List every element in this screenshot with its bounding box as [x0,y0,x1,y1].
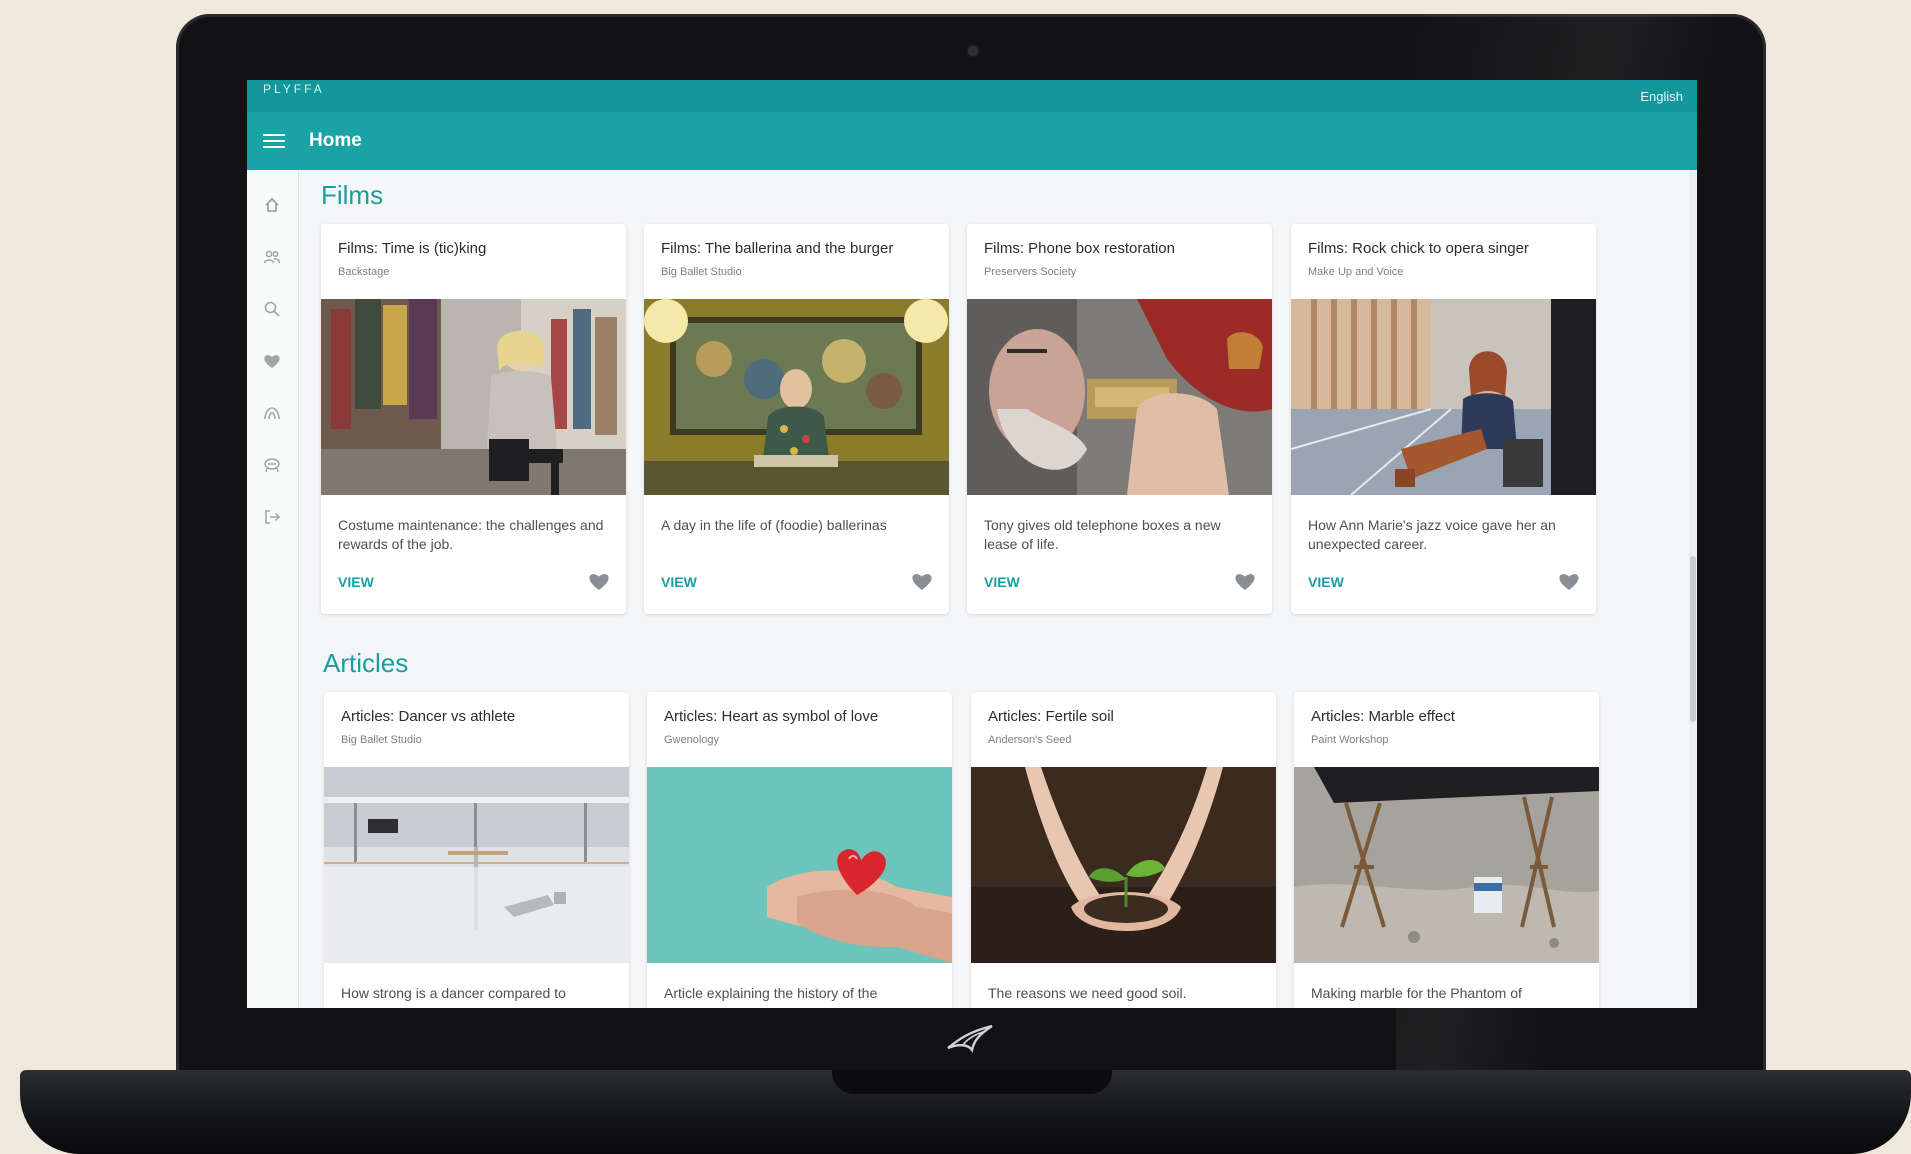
language-selector[interactable]: English [1640,89,1683,104]
film-card[interactable]: Films: Rock chick to opera singer Make U… [1291,224,1596,614]
badge-icon[interactable] [261,454,283,476]
view-button[interactable]: VIEW [338,574,374,590]
film-card[interactable]: Films: Time is (tic)king Backstage Costu… [321,224,626,614]
hamburger-menu-icon[interactable] [263,134,285,148]
article-card[interactable]: Articles: Dancer vs athlete Big Ballet S… [324,692,629,1008]
card-title: Films: The ballerina and the burger [661,240,894,257]
card-subtitle: Big Ballet Studio [341,734,422,746]
card-subtitle: Anderson's Seed [988,734,1072,746]
card-description: The reasons we need good soil. [988,985,1187,1001]
article-card[interactable]: Articles: Fertile soil Anderson's Seed T… [971,692,1276,1008]
favorite-heart-icon[interactable] [588,571,610,591]
side-navigation [247,170,299,1008]
page-title: Home [309,130,362,151]
search-icon[interactable] [261,298,283,320]
card-image-heart-in-hands [647,767,952,963]
card-description: How strong is a dancer compared to [341,985,566,1001]
card-image-opera-singer [1291,299,1596,495]
status-bar: PLYFFA English [247,80,1697,112]
scrollbar[interactable] [1689,170,1697,1008]
card-title: Articles: Marble effect [1311,708,1455,725]
card-title: Articles: Dancer vs athlete [341,708,516,725]
article-card[interactable]: Articles: Heart as symbol of love Gwenol… [647,692,952,1008]
card-subtitle: Make Up and Voice [1308,266,1404,278]
film-card[interactable]: Films: The ballerina and the burger Big … [644,224,949,614]
brand-logo: PLYFFA [263,82,325,96]
view-button[interactable]: VIEW [984,574,1020,590]
brand-logo-icon [947,1024,993,1054]
card-subtitle: Backstage [338,266,390,278]
content-area: Films Films: Time is (tic)king Backstage [299,170,1689,1008]
card-image-seedling-soil [971,767,1276,963]
card-subtitle: Gwenology [664,734,720,746]
card-description: Costume maintenance: the challenges and … [338,517,604,552]
favorite-heart-icon[interactable] [1558,571,1580,591]
scrollbar-thumb[interactable] [1690,556,1696,722]
home-icon[interactable] [261,194,283,216]
card-subtitle: Paint Workshop [1311,734,1389,746]
view-button[interactable]: VIEW [1308,574,1344,590]
card-description: How Ann Marie's jazz voice gave her an u… [1308,517,1556,552]
screen: PLYFFA English Home Films Films: Time is… [247,80,1697,1008]
card-title: Films: Phone box restoration [984,240,1175,257]
logout-icon[interactable] [261,506,283,528]
card-title: Films: Time is (tic)king [338,240,487,257]
card-description: Article explaining the history of the [664,985,878,1001]
article-card[interactable]: Articles: Marble effect Paint Workshop M… [1294,692,1599,1008]
webcam [968,46,978,56]
card-image-costume-room [321,299,626,495]
section-title-films: Films [321,180,384,210]
card-title: Articles: Heart as symbol of love [664,708,879,725]
section-title-articles: Articles [323,648,409,678]
favorite-heart-icon[interactable] [1234,571,1256,591]
laptop-hinge-notch [832,1070,1112,1094]
card-subtitle: Preservers Society [984,266,1077,278]
card-image-phone-box-restoration [967,299,1272,495]
card-image-marble-effect [1294,767,1599,963]
heart-icon[interactable] [261,350,283,372]
card-description: Making marble for the Phantom of [1311,985,1522,1001]
card-image-ballerina-dinner [644,299,949,495]
people-icon[interactable] [261,246,283,268]
card-description: Tony gives old telephone boxes a new lea… [984,517,1221,552]
film-card[interactable]: Films: Phone box restoration Preservers … [967,224,1272,614]
card-image-dance-studio [324,767,629,963]
favorite-heart-icon[interactable] [911,571,933,591]
view-button[interactable]: VIEW [661,574,697,590]
card-title: Articles: Fertile soil [988,708,1114,725]
app-bar: Home [247,112,1697,170]
card-description: A day in the life of (foodie) ballerinas [661,517,887,533]
card-subtitle: Big Ballet Studio [661,266,742,278]
card-title: Films: Rock chick to opera singer [1308,240,1529,257]
tent-icon[interactable] [261,402,283,424]
